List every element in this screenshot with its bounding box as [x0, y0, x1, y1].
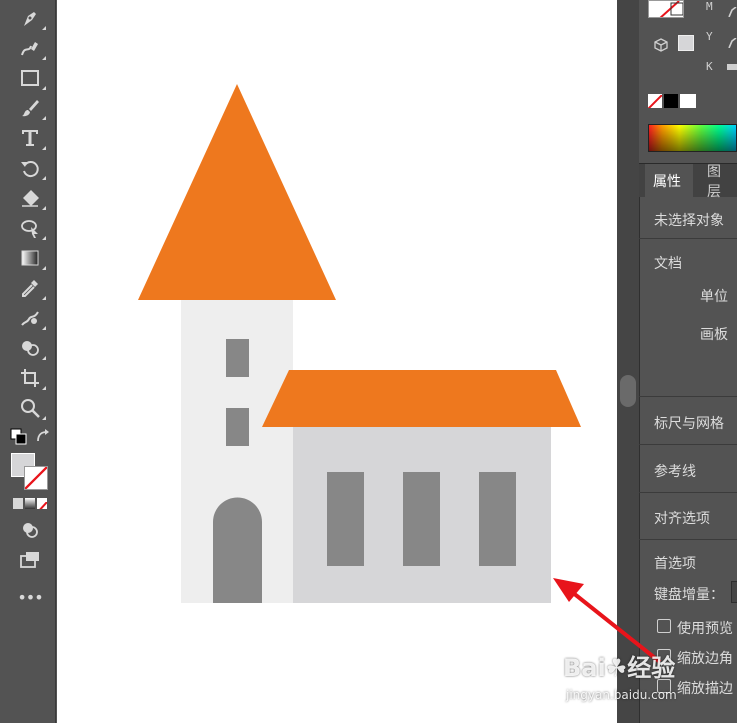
tools-panel: •••	[0, 0, 56, 723]
color-mode-icon[interactable]	[13, 498, 23, 509]
guides-section[interactable]: 参考线	[654, 461, 696, 481]
watermark-url: jingyan.baidu.com	[566, 688, 677, 702]
artboard-tool-icon[interactable]	[18, 366, 46, 390]
lasso-tool-icon[interactable]	[18, 216, 46, 240]
tower-window-lower	[226, 408, 249, 446]
document-section-title: 文档	[654, 256, 682, 272]
cmyk-m-label: M	[706, 0, 713, 13]
panel-tabs: 属性 图层	[639, 163, 737, 200]
house-window-1	[327, 472, 364, 566]
edit-toolbar-button[interactable]: •••	[16, 588, 44, 608]
default-colors-icon[interactable]	[10, 428, 28, 446]
y-slider-icon[interactable]	[728, 33, 737, 49]
eyedropper-tool-icon[interactable]	[18, 276, 46, 300]
shape-builder-tool-icon[interactable]	[18, 336, 46, 360]
curvature-tool-icon[interactable]	[18, 36, 46, 60]
gradient-mode-icon[interactable]	[25, 498, 35, 509]
tower-window-upper	[226, 339, 249, 377]
house-window-2	[403, 472, 440, 566]
stroke-swatch[interactable]	[24, 466, 48, 490]
tower-roof	[138, 84, 336, 300]
cmyk-y-label: Y	[706, 30, 713, 43]
zoom-tool-icon[interactable]	[18, 396, 46, 420]
tab-layers[interactable]: 图层	[699, 164, 737, 200]
type-tool-icon[interactable]	[18, 126, 46, 150]
divider	[639, 396, 737, 397]
color-mode-buttons	[13, 498, 47, 510]
units-label: 单位	[700, 289, 728, 305]
rulers-grid-section[interactable]: 标尺与网格	[654, 413, 724, 433]
none-stroke-icon	[25, 467, 47, 489]
no-selection-label: 未选择对象	[654, 213, 724, 229]
church-illustration[interactable]	[57, 0, 617, 723]
tab-properties[interactable]: 属性	[645, 164, 693, 198]
divider	[639, 444, 737, 445]
illustrator-window: ••• M Y K 属性 图层 未选择对象 文档 单位 画板 标尺与网格 参考线…	[0, 0, 737, 723]
tower-door	[212, 497, 262, 603]
canvas-vertical-scrollbar[interactable]	[617, 0, 639, 723]
swap-colors-icon[interactable]	[34, 428, 52, 446]
use-preview-bounds-label: 使用预览	[677, 621, 733, 637]
divider	[639, 238, 737, 239]
paintbrush-tool-icon[interactable]	[18, 96, 46, 120]
use-preview-bounds-checkbox[interactable]	[657, 619, 671, 633]
watermark-brand: Bai☘经验	[563, 654, 676, 682]
gradient-tool-icon[interactable]	[18, 246, 46, 270]
snap-options-section[interactable]: 对齐选项	[654, 508, 710, 528]
white-swatch[interactable]	[680, 94, 696, 108]
m-slider-icon[interactable]	[728, 2, 737, 18]
gray-color-swatch[interactable]	[678, 35, 694, 51]
preferences-section: 首选项	[654, 556, 696, 572]
scale-corners-label: 缩放边角	[677, 651, 733, 667]
keyboard-increment-input[interactable]	[731, 581, 737, 603]
draw-mode-icon[interactable]	[18, 518, 42, 542]
house-window-3	[479, 472, 516, 566]
none-mode-icon[interactable]	[37, 498, 47, 509]
divider	[639, 492, 737, 493]
scale-strokes-label: 缩放描边	[677, 681, 733, 697]
k-slider-bar[interactable]	[727, 64, 737, 70]
color-spectrum[interactable]	[648, 124, 737, 152]
pen-tool-icon[interactable]	[18, 6, 46, 30]
none-swatch[interactable]	[648, 94, 662, 108]
scrollbar-thumb[interactable]	[620, 375, 636, 407]
artboard-label: 画板	[700, 327, 728, 343]
black-swatch[interactable]	[664, 94, 678, 108]
rotate-tool-icon[interactable]	[18, 156, 46, 180]
house-roof	[262, 370, 581, 427]
screen-mode-icon[interactable]	[18, 548, 42, 572]
rectangle-tool-icon[interactable]	[18, 66, 46, 90]
panel-fill-stroke-swatch[interactable]	[648, 0, 684, 18]
eraser-tool-icon[interactable]	[18, 186, 46, 210]
divider	[639, 539, 737, 540]
keyboard-increment-label: 键盘增量：	[654, 587, 724, 603]
none-stroke-icon	[659, 1, 683, 17]
cmyk-k-label: K	[706, 60, 713, 73]
out-of-web-gamut-icon[interactable]	[654, 37, 668, 52]
blend-tool-icon[interactable]	[18, 306, 46, 330]
